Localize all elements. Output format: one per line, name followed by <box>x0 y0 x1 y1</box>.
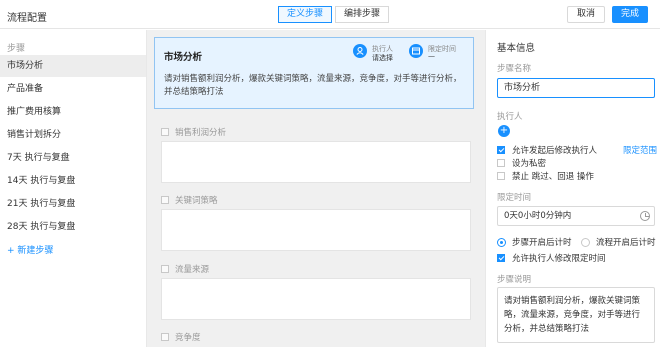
panel-title: 基本信息 <box>497 43 536 54</box>
steps-sidebar: 步骤 市场分析 产品准备 推广费用核算 销售计划拆分 7天 执行与复盘 14天 … <box>0 30 147 347</box>
field-label-text: 竞争度 <box>175 333 201 343</box>
sidebar-item-step[interactable]: 7天 执行与复盘 <box>0 147 146 169</box>
field-label-text: 关键词策略 <box>175 196 218 206</box>
time-limit-input[interactable]: 0天0小时0分钟内 <box>497 206 655 226</box>
option-label: 允许发起后修改执行人 <box>512 146 598 156</box>
step-name-label: 步骤名称 <box>497 64 532 74</box>
user-icon[interactable] <box>353 44 367 58</box>
allow-change-option[interactable]: 允许发起后修改执行人 <box>497 144 597 156</box>
clock-icon <box>640 211 650 221</box>
allow-modify-time-option[interactable]: 允许执行人修改限定时间 <box>497 252 606 264</box>
add-executor-icon[interactable]: + <box>498 125 510 137</box>
page-title: 流程配置 <box>7 13 47 24</box>
sidebar-item-step[interactable]: 28天 执行与复盘 <box>0 216 146 238</box>
field-input[interactable] <box>161 141 471 183</box>
radio[interactable] <box>581 237 590 247</box>
step-desc-label: 步骤说明 <box>497 275 532 285</box>
field-label: 销售利润分析 <box>161 126 226 138</box>
radio-label: 流程开启后计时 <box>596 238 656 248</box>
step-canvas: 市场分析 执行人 请选择 限定时间 — 请对销售额利润分析，爆款关键词策略，流量… <box>147 30 485 347</box>
field-label-text: 销售利润分析 <box>175 128 227 138</box>
add-step-button[interactable]: + 新建步骤 <box>7 243 53 256</box>
forbid-ops-option[interactable]: 禁止 跳过、回退 操作 <box>497 170 594 182</box>
tab-arrange-steps[interactable]: 编排步骤 <box>335 6 390 23</box>
calendar-icon[interactable] <box>409 44 423 58</box>
executor-label: 执行人 <box>497 112 523 122</box>
field-label: 关键词策略 <box>161 194 218 206</box>
set-private-option[interactable]: 设为私密 <box>497 157 546 169</box>
checkbox[interactable] <box>497 146 505 154</box>
top-bar: 流程配置 定义步骤 编排步骤 取消 完成 <box>0 0 660 29</box>
step-card-title: 市场分析 <box>164 52 203 63</box>
radio[interactable] <box>497 237 506 247</box>
sidebar-item-step[interactable]: 推广费用核算 <box>0 101 146 123</box>
option-label: 禁止 跳过、回退 操作 <box>512 172 594 182</box>
step-settings-panel: 基本信息 步骤名称 市场分析 执行人 + 允许发起后修改执行人 限定范围 设为私… <box>485 30 660 347</box>
sidebar-item-step[interactable]: 销售计划拆分 <box>0 124 146 146</box>
sidebar-item-step[interactable]: 21天 执行与复盘 <box>0 193 146 215</box>
time-limit-label: 限定时间 <box>497 193 532 203</box>
step-card[interactable]: 市场分析 执行人 请选择 限定时间 — 请对销售额利润分析，爆款关键词策略，流量… <box>154 37 474 109</box>
time-limit-value: — <box>428 52 435 60</box>
field-icon <box>161 128 169 136</box>
step-name-input[interactable]: 市场分析 <box>497 78 655 98</box>
field-icon <box>161 265 169 273</box>
field-label: 竞争度 <box>161 331 201 343</box>
field-icon <box>161 196 169 204</box>
radio-label: 步骤开启后计时 <box>512 238 572 248</box>
step-desc-textarea[interactable]: 请对销售额利润分析，爆款关键词策略，流量来源，竞争度，对手等进行分析，并总结策略… <box>497 287 655 343</box>
sidebar-item-step[interactable]: 市场分析 <box>0 55 146 77</box>
field-label-text: 流量来源 <box>175 265 210 275</box>
field-label: 流量来源 <box>161 263 209 275</box>
sidebar-item-step[interactable]: 14天 执行与复盘 <box>0 170 146 192</box>
checkbox[interactable] <box>497 159 505 167</box>
radio-flow-start[interactable]: 流程开启后计时 <box>581 236 656 248</box>
time-limit-value: 0天0小时0分钟内 <box>504 211 572 221</box>
radio-step-start[interactable]: 步骤开启后计时 <box>497 236 572 248</box>
option-label: 设为私密 <box>512 159 547 169</box>
cancel-button[interactable]: 取消 <box>567 6 605 23</box>
option-label: 允许执行人修改限定时间 <box>512 254 606 264</box>
sidebar-item-step[interactable]: 产品准备 <box>0 78 146 100</box>
executor-value[interactable]: 请选择 <box>372 53 393 63</box>
checkbox[interactable] <box>497 172 505 180</box>
tab-define-steps[interactable]: 定义步骤 <box>278 6 333 23</box>
mode-tabs: 定义步骤 编排步骤 <box>278 6 390 23</box>
step-card-description: 请对销售额利润分析，爆款关键词策略，流量来源，竞争度，对手等进行分析，并总结策略… <box>164 74 462 97</box>
field-input[interactable] <box>161 209 471 251</box>
done-button[interactable]: 完成 <box>612 6 648 23</box>
limit-range-link[interactable]: 限定范围 <box>623 144 657 156</box>
checkbox[interactable] <box>497 254 505 262</box>
sidebar-heading: 步骤 <box>7 44 26 54</box>
field-icon <box>161 333 169 341</box>
field-input[interactable] <box>161 278 471 320</box>
